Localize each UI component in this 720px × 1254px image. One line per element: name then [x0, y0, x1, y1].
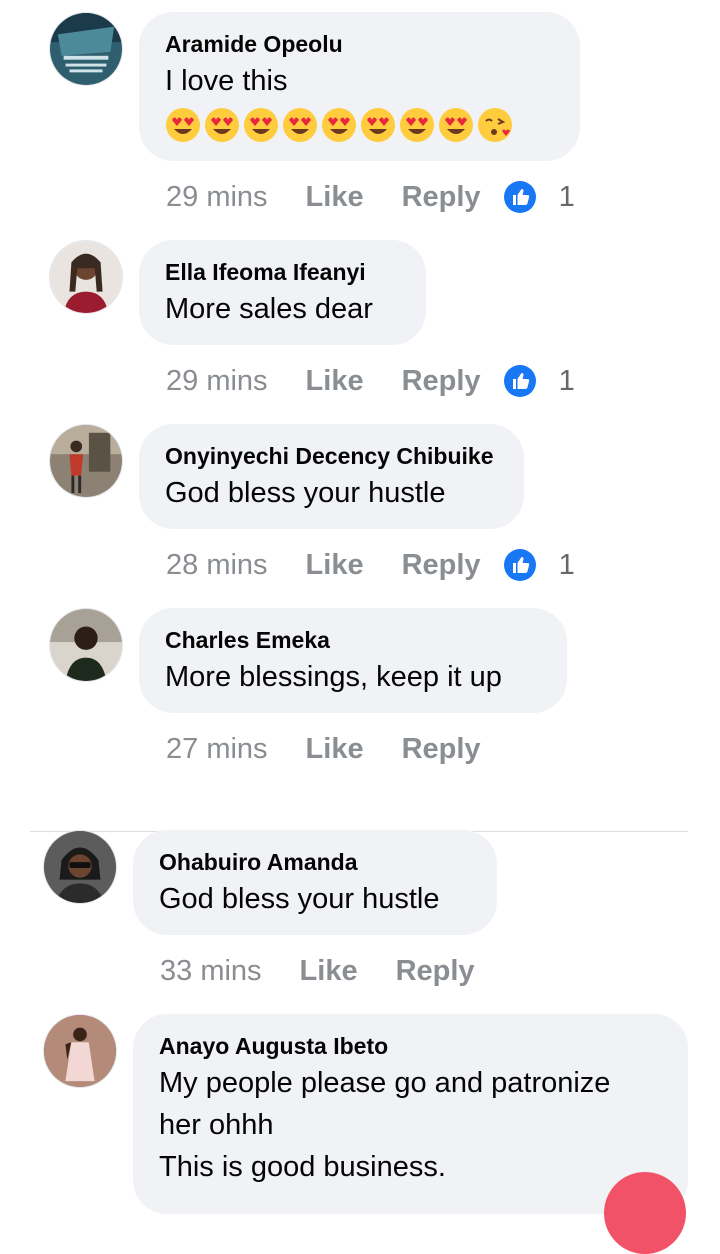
- comment-actions: 28 mins Like Reply 1: [166, 545, 575, 585]
- heart-eyes-emoji: [165, 107, 201, 143]
- avatar[interactable]: [49, 240, 123, 314]
- reaction-count: 1: [558, 180, 575, 213]
- heart-eyes-emoji: [321, 107, 357, 143]
- comment-bubble: Onyinyechi Decency Chibuike God bless yo…: [139, 424, 524, 529]
- reaction-count: 1: [558, 548, 575, 581]
- comment-text: More sales dear: [165, 293, 373, 325]
- heart-eyes-emoji: [243, 107, 279, 143]
- comment-actions: 29 mins Like Reply 1: [166, 177, 575, 217]
- avatar[interactable]: [49, 608, 123, 682]
- comment-author[interactable]: Charles Emeka: [165, 626, 541, 654]
- like-button[interactable]: Like: [306, 365, 364, 398]
- comment-text-line: her ohhh: [159, 1109, 274, 1141]
- heart-eyes-emoji: [399, 107, 435, 143]
- like-reaction-icon: [503, 548, 537, 582]
- comment-author[interactable]: Onyinyechi Decency Chibuike: [165, 442, 498, 470]
- comment-text-line: My people please go and patronize: [159, 1067, 611, 1099]
- like-button[interactable]: Like: [306, 733, 364, 766]
- comment-text: God bless your hustle: [165, 477, 446, 509]
- comment-bubble: Aramide Opeolu I love this: [139, 12, 580, 161]
- comment-bubble: Ohabuiro Amanda God bless your hustle: [133, 830, 497, 935]
- comment-text: More blessings, keep it up: [165, 661, 502, 693]
- floating-action-button[interactable]: [604, 1172, 686, 1254]
- comment-bubble: Anayo Augusta Ibeto My people please go …: [133, 1014, 688, 1214]
- like-button[interactable]: Like: [306, 181, 364, 214]
- reply-button[interactable]: Reply: [402, 365, 481, 398]
- like-button[interactable]: Like: [300, 955, 358, 988]
- comment-author[interactable]: Anayo Augusta Ibeto: [159, 1032, 662, 1060]
- comment-timestamp[interactable]: 33 mins: [160, 955, 262, 988]
- like-reaction-icon: [503, 364, 537, 398]
- reaction-summary[interactable]: 1: [503, 180, 575, 214]
- like-button[interactable]: Like: [306, 549, 364, 582]
- comment-text-line: This is good business.: [159, 1151, 446, 1183]
- reply-button[interactable]: Reply: [402, 549, 481, 582]
- comment-timestamp[interactable]: 27 mins: [166, 733, 268, 766]
- comment-text: I love this: [165, 65, 288, 97]
- comment-timestamp[interactable]: 29 mins: [166, 181, 268, 214]
- comment-actions: 29 mins Like Reply 1: [166, 361, 575, 401]
- comment-bubble: Ella Ifeoma Ifeanyi More sales dear: [139, 240, 426, 345]
- emoji-row: [165, 104, 554, 146]
- heart-eyes-emoji: [282, 107, 318, 143]
- comment-timestamp[interactable]: 29 mins: [166, 365, 268, 398]
- comment-author[interactable]: Ohabuiro Amanda: [159, 848, 471, 876]
- reply-button[interactable]: Reply: [396, 955, 475, 988]
- avatar[interactable]: [49, 424, 123, 498]
- kissing-heart-emoji: [477, 107, 513, 143]
- reply-button[interactable]: Reply: [402, 733, 481, 766]
- comment-bubble: Charles Emeka More blessings, keep it up: [139, 608, 567, 713]
- heart-eyes-emoji: [360, 107, 396, 143]
- like-reaction-icon: [503, 180, 537, 214]
- avatar[interactable]: [43, 830, 117, 904]
- comment-author[interactable]: Ella Ifeoma Ifeanyi: [165, 258, 400, 286]
- comment-actions: 27 mins Like Reply: [166, 729, 481, 769]
- reaction-summary[interactable]: 1: [503, 548, 575, 582]
- heart-eyes-emoji: [204, 107, 240, 143]
- avatar[interactable]: [43, 1014, 117, 1088]
- reaction-summary[interactable]: 1: [503, 364, 575, 398]
- reaction-count: 1: [558, 364, 575, 397]
- avatar[interactable]: [49, 12, 123, 86]
- comment-actions: 33 mins Like Reply: [160, 951, 475, 991]
- comment-timestamp[interactable]: 28 mins: [166, 549, 268, 582]
- reply-button[interactable]: Reply: [402, 181, 481, 214]
- comment-text: God bless your hustle: [159, 883, 440, 915]
- comment-author[interactable]: Aramide Opeolu: [165, 30, 554, 58]
- heart-eyes-emoji: [438, 107, 474, 143]
